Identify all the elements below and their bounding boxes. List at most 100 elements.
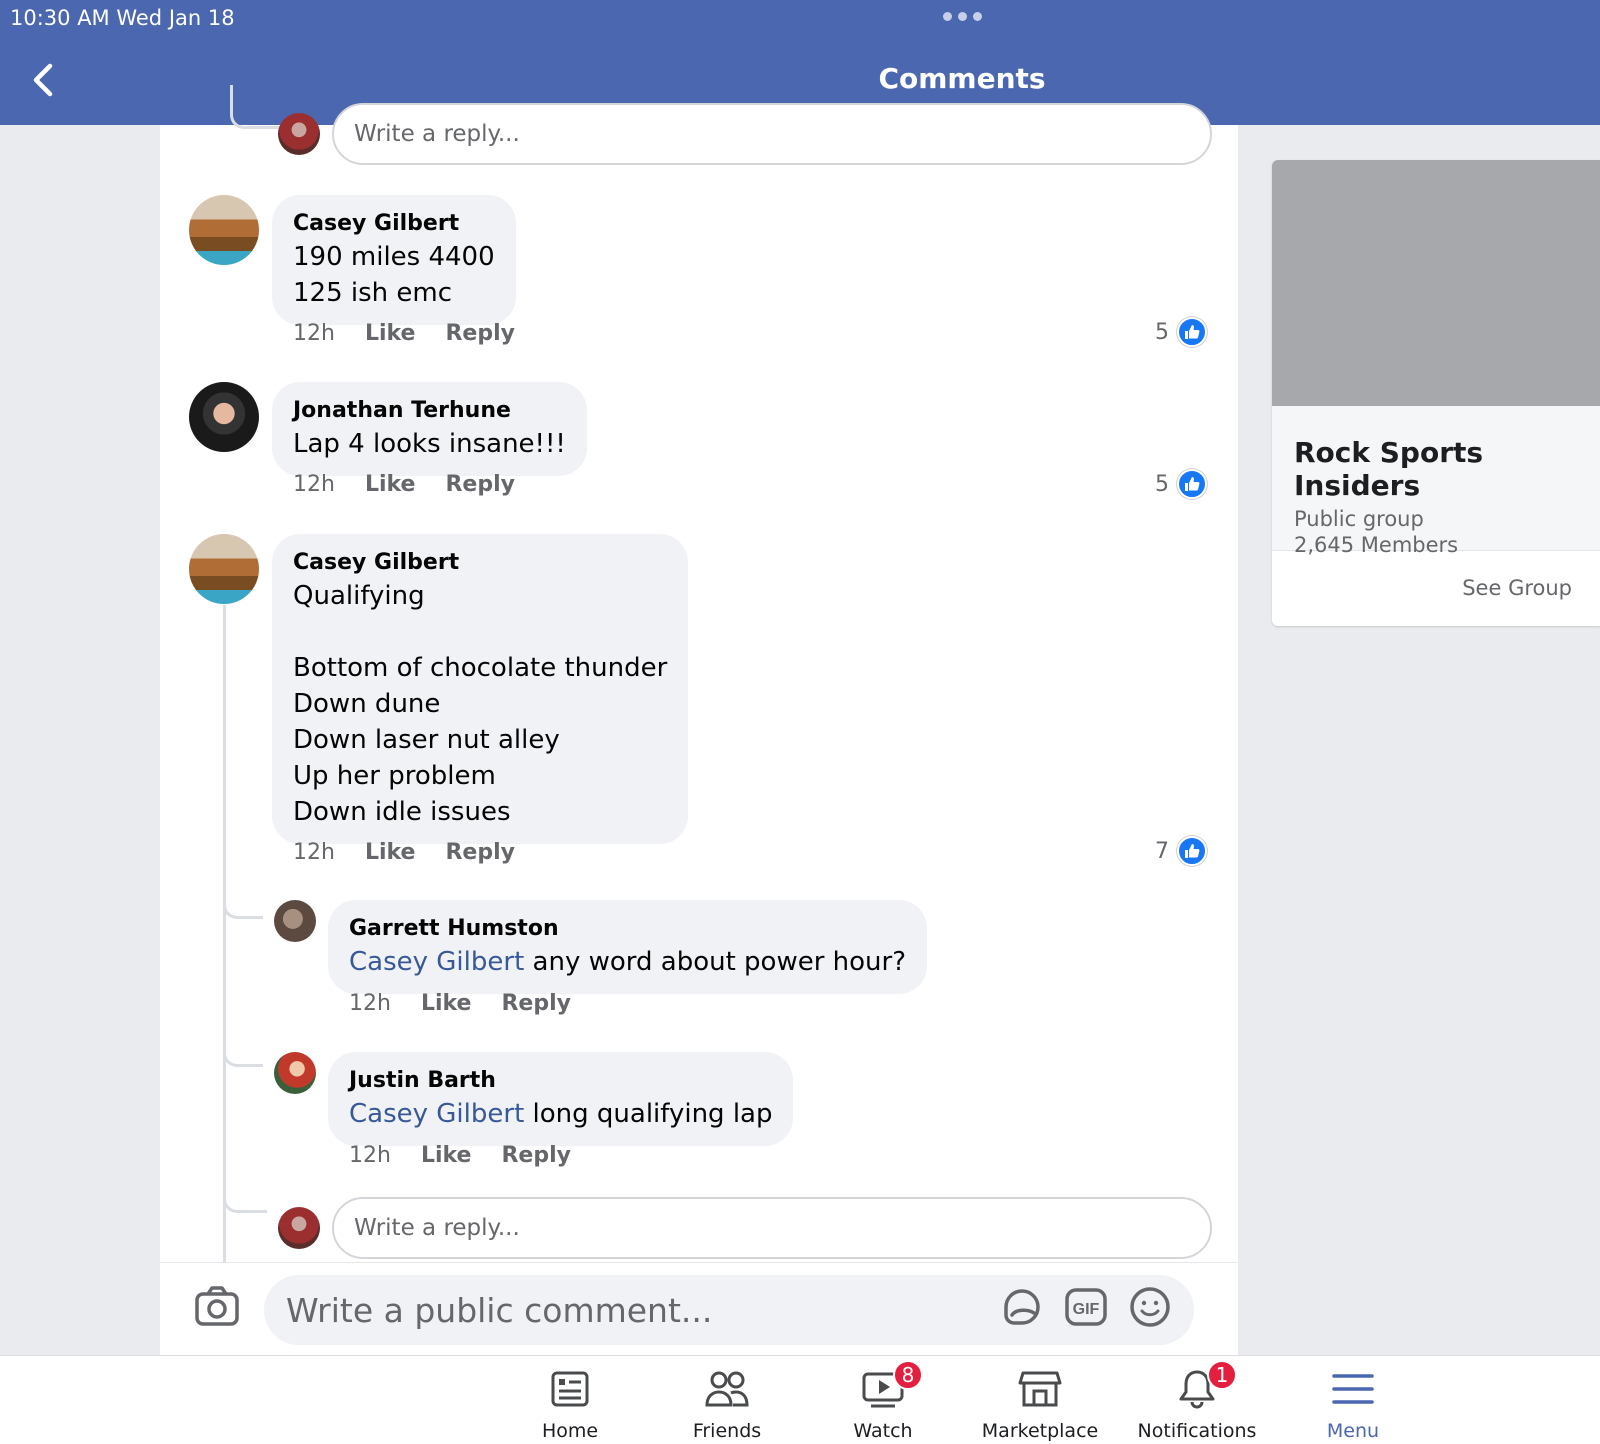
- group-members: 2,645 Members: [1294, 533, 1459, 557]
- status-time: 10:30 AM Wed Jan 18: [10, 6, 235, 30]
- tab-label: Menu: [1326, 1420, 1380, 1442]
- comment-composer: Write a public comment... GIF: [160, 1262, 1238, 1355]
- reply-button[interactable]: Reply: [445, 840, 515, 865]
- svg-text:GIF: GIF: [1073, 1301, 1100, 1318]
- reply-bubble: Justin Barth Casey Gilbert long qualifyi…: [328, 1052, 794, 1146]
- like-button[interactable]: Like: [421, 1143, 472, 1168]
- reply-text: Casey Gilbert any word about power hour?: [349, 944, 906, 980]
- comment-author[interactable]: Casey Gilbert: [293, 209, 495, 239]
- reply-text: Casey Gilbert long qualifying lap: [349, 1096, 772, 1132]
- thread-line: [223, 605, 226, 1355]
- comment-actions: 12h Like Reply: [293, 840, 545, 865]
- avatar-casey-gilbert[interactable]: [189, 195, 259, 265]
- menu-icon: [1332, 1374, 1374, 1404]
- bottom-tab-bar: Home Friends 8 Watch Marketplace 1 Notif…: [0, 1355, 1600, 1444]
- tab-watch[interactable]: 8 Watch: [813, 1360, 953, 1442]
- comment-time: 12h: [293, 840, 335, 865]
- group-type: Public group: [1294, 507, 1424, 531]
- tab-notifications[interactable]: 1 Notifications: [1127, 1360, 1267, 1442]
- reply-button[interactable]: Reply: [501, 1143, 571, 1168]
- thread-connector: [223, 895, 263, 919]
- friends-icon: [705, 1371, 749, 1407]
- multitask-dots-icon[interactable]: [943, 12, 982, 21]
- reply-actions: 12h Like Reply: [349, 1143, 601, 1168]
- comment-author[interactable]: Jonathan Terhune: [293, 396, 566, 426]
- avatar-casey-gilbert[interactable]: [189, 534, 259, 604]
- tab-label: Notifications: [1137, 1420, 1257, 1442]
- like-button[interactable]: Like: [421, 991, 472, 1016]
- reaction-count[interactable]: 5: [1155, 317, 1207, 347]
- reaction-count[interactable]: 7: [1155, 836, 1207, 866]
- comment-author[interactable]: Casey Gilbert: [293, 548, 667, 578]
- comment-actions: 12h Like Reply: [293, 321, 545, 346]
- tab-label: Marketplace: [981, 1420, 1099, 1442]
- reply-author[interactable]: Garrett Humston: [349, 914, 906, 944]
- tab-label: Home: [541, 1420, 599, 1442]
- comment-bubble: Casey Gilbert 190 miles 4400 125 ish emc: [272, 195, 516, 325]
- group-info: Rock Sports Insiders Public group 2,645 …: [1272, 406, 1600, 557]
- comment-text: Lap 4 looks insane!!!: [293, 429, 566, 459]
- reply-button[interactable]: Reply: [445, 472, 515, 497]
- public-comment-placeholder: Write a public comment...: [286, 1290, 713, 1330]
- current-user-avatar: [278, 113, 320, 155]
- tab-home[interactable]: Home: [500, 1366, 640, 1442]
- thumbs-up-icon: [1177, 317, 1207, 347]
- thread-connector: [223, 1185, 267, 1213]
- like-count: 7: [1155, 838, 1169, 864]
- watch-badge: 8: [893, 1360, 923, 1390]
- tab-friends[interactable]: Friends: [657, 1366, 797, 1442]
- comment-bubble: Casey Gilbert Qualifying Bottom of choco…: [272, 534, 689, 844]
- reply-bubble: Garrett Humston Casey Gilbert any word a…: [328, 900, 928, 994]
- reaction-count[interactable]: 5: [1155, 469, 1207, 499]
- current-user-avatar: [278, 1207, 320, 1249]
- group-card[interactable]: Rock Sports Insiders Public group 2,645 …: [1272, 160, 1600, 626]
- avatar-jonathan-terhune[interactable]: [189, 382, 259, 452]
- reply-input[interactable]: Write a reply...: [332, 1197, 1212, 1259]
- thumbs-up-icon: [1177, 836, 1207, 866]
- thread-connector: [223, 1043, 263, 1067]
- like-button[interactable]: Like: [365, 472, 416, 497]
- reply-input-placeholder: Write a reply...: [354, 121, 520, 147]
- reply-button[interactable]: Reply: [445, 321, 515, 346]
- comment-time: 12h: [293, 472, 335, 497]
- public-comment-input[interactable]: Write a public comment...: [264, 1275, 1194, 1345]
- thumbs-up-icon: [1177, 469, 1207, 499]
- avatar-justin-barth[interactable]: [274, 1052, 316, 1094]
- reply-input[interactable]: Write a reply...: [332, 103, 1212, 165]
- mention-link[interactable]: Casey Gilbert: [349, 947, 524, 977]
- comment-text: 190 miles 4400 125 ish emc: [293, 242, 495, 308]
- comments-panel: Write a reply... Casey Gilbert 190 miles…: [160, 85, 1238, 1355]
- reply-actions: 12h Like Reply: [349, 991, 601, 1016]
- tab-marketplace[interactable]: Marketplace: [970, 1366, 1110, 1442]
- tab-label: Watch: [853, 1420, 913, 1442]
- comment-text: Qualifying Bottom of chocolate thunder D…: [293, 581, 668, 827]
- group-name[interactable]: Rock Sports Insiders: [1294, 436, 1578, 502]
- like-button[interactable]: Like: [365, 321, 416, 346]
- reply-input-placeholder: Write a reply...: [354, 1215, 520, 1241]
- reply-author[interactable]: Justin Barth: [349, 1066, 772, 1096]
- comment-time: 12h: [293, 321, 335, 346]
- tab-menu[interactable]: Menu: [1283, 1366, 1423, 1442]
- avatar-garrett-humston[interactable]: [274, 900, 316, 942]
- mention-link[interactable]: Casey Gilbert: [349, 1099, 524, 1129]
- see-group-button[interactable]: See Group: [1462, 576, 1572, 600]
- reply-time: 12h: [349, 1143, 391, 1168]
- like-count: 5: [1155, 319, 1169, 345]
- tab-label: Friends: [692, 1420, 762, 1442]
- sticker-icon[interactable]: [1000, 1285, 1044, 1329]
- reply-button[interactable]: Reply: [501, 991, 571, 1016]
- camera-icon[interactable]: [194, 1285, 240, 1327]
- gif-icon[interactable]: GIF: [1064, 1285, 1108, 1329]
- group-cover-image[interactable]: [1272, 160, 1600, 406]
- reply-body: any word about power hour?: [524, 947, 907, 977]
- home-icon: [551, 1371, 589, 1407]
- like-button[interactable]: Like: [365, 840, 416, 865]
- notifications-badge: 1: [1207, 1360, 1237, 1390]
- reply-time: 12h: [349, 991, 391, 1016]
- comment-bubble: Jonathan Terhune Lap 4 looks insane!!!: [272, 382, 587, 476]
- emoji-icon[interactable]: [1128, 1285, 1172, 1329]
- comment-actions: 12h Like Reply: [293, 472, 545, 497]
- like-count: 5: [1155, 471, 1169, 497]
- reply-body: long qualifying lap: [524, 1099, 773, 1129]
- marketplace-icon: [1018, 1371, 1062, 1407]
